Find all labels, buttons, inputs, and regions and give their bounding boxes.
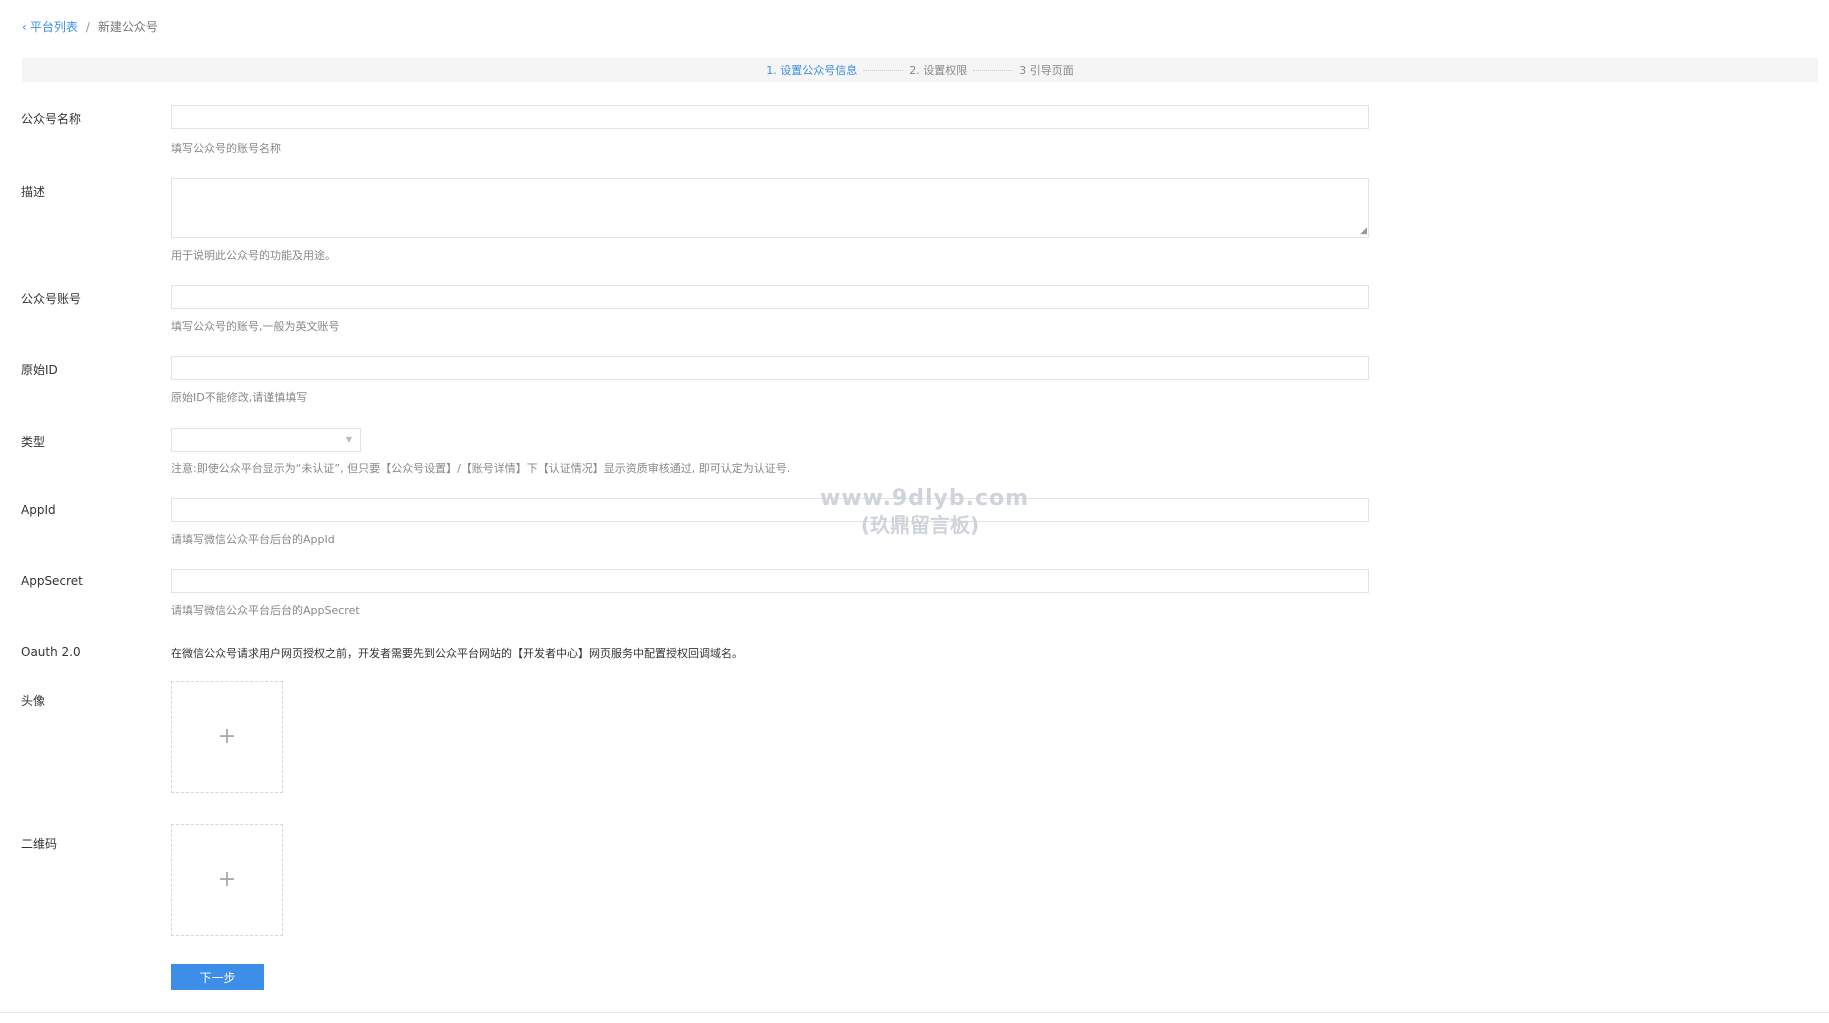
chevron-down-icon: ▼ <box>345 435 352 444</box>
original-id-help: 原始ID不能修改,请谨慎填写 <box>171 391 308 404</box>
step-2: 2. 设置权限 <box>909 64 968 77</box>
plus-icon: + <box>217 724 237 749</box>
account-label: 公众号账号 <box>21 292 82 306</box>
step-3: 3 引导页面 <box>1019 64 1074 77</box>
qrcode-upload[interactable]: + <box>171 824 283 936</box>
description-label: 描述 <box>21 185 46 199</box>
appsecret-help: 请填写微信公众平台后台的AppSecret <box>171 604 360 617</box>
original-id-input[interactable] <box>171 356 1369 380</box>
appid-label: AppId <box>21 503 56 517</box>
watermark-url: www.9dlyb.com <box>820 486 1030 511</box>
watermark: www.9dlyb.com (玖鼎留言板) <box>820 485 1030 539</box>
steps-bar: 1. 设置公众号信息 2. 设置权限 3 引导页面 <box>22 58 1818 82</box>
appsecret-label: AppSecret <box>21 574 83 588</box>
footer-divider <box>0 1012 1829 1013</box>
appid-input[interactable] <box>171 498 1369 522</box>
step-1: 1. 设置公众号信息 <box>766 64 858 77</box>
type-label: 类型 <box>21 435 46 449</box>
avatar-upload[interactable]: + <box>171 681 283 793</box>
original-id-label: 原始ID <box>21 363 58 377</box>
step-divider <box>863 69 904 71</box>
oauth-label: Oauth 2.0 <box>21 645 81 659</box>
breadcrumb-separator: / <box>85 20 90 34</box>
chevron-left-icon: ‹ <box>22 20 27 34</box>
breadcrumb: ‹ 平台列表 / 新建公众号 <box>22 19 158 35</box>
plus-icon: + <box>217 867 237 892</box>
account-input[interactable] <box>171 285 1369 309</box>
resize-handle-icon[interactable]: ◢ <box>1360 227 1367 236</box>
type-help: 注意:即使公众平台显示为“未认证”, 但只要【公众号设置】/【账号详情】下【认证… <box>171 462 791 475</box>
appid-help: 请填写微信公众平台后台的AppId <box>171 533 335 546</box>
step-divider <box>973 69 1014 71</box>
breadcrumb-parent-link[interactable]: ‹ 平台列表 <box>22 19 78 35</box>
type-select[interactable]: ▼ <box>171 428 361 452</box>
avatar-label: 头像 <box>21 694 46 708</box>
name-input[interactable] <box>171 105 1369 129</box>
account-help: 填写公众号的账号,一般为英文账号 <box>171 320 340 333</box>
description-textarea[interactable]: ◢ <box>171 178 1369 238</box>
oauth-description: 在微信公众号请求用户网页授权之前，开发者需要先到公众平台网站的【开发者中心】网页… <box>171 647 743 660</box>
description-help: 用于说明此公众号的功能及用途。 <box>171 249 336 262</box>
next-step-button[interactable]: 下一步 <box>171 964 264 990</box>
breadcrumb-current: 新建公众号 <box>97 20 158 34</box>
breadcrumb-parent-label: 平台列表 <box>29 20 78 34</box>
name-label: 公众号名称 <box>21 112 82 126</box>
watermark-name: (玖鼎留言板) <box>860 513 980 537</box>
qrcode-label: 二维码 <box>21 837 58 851</box>
appsecret-input[interactable] <box>171 569 1369 593</box>
name-help: 填写公众号的账号名称 <box>171 142 281 155</box>
